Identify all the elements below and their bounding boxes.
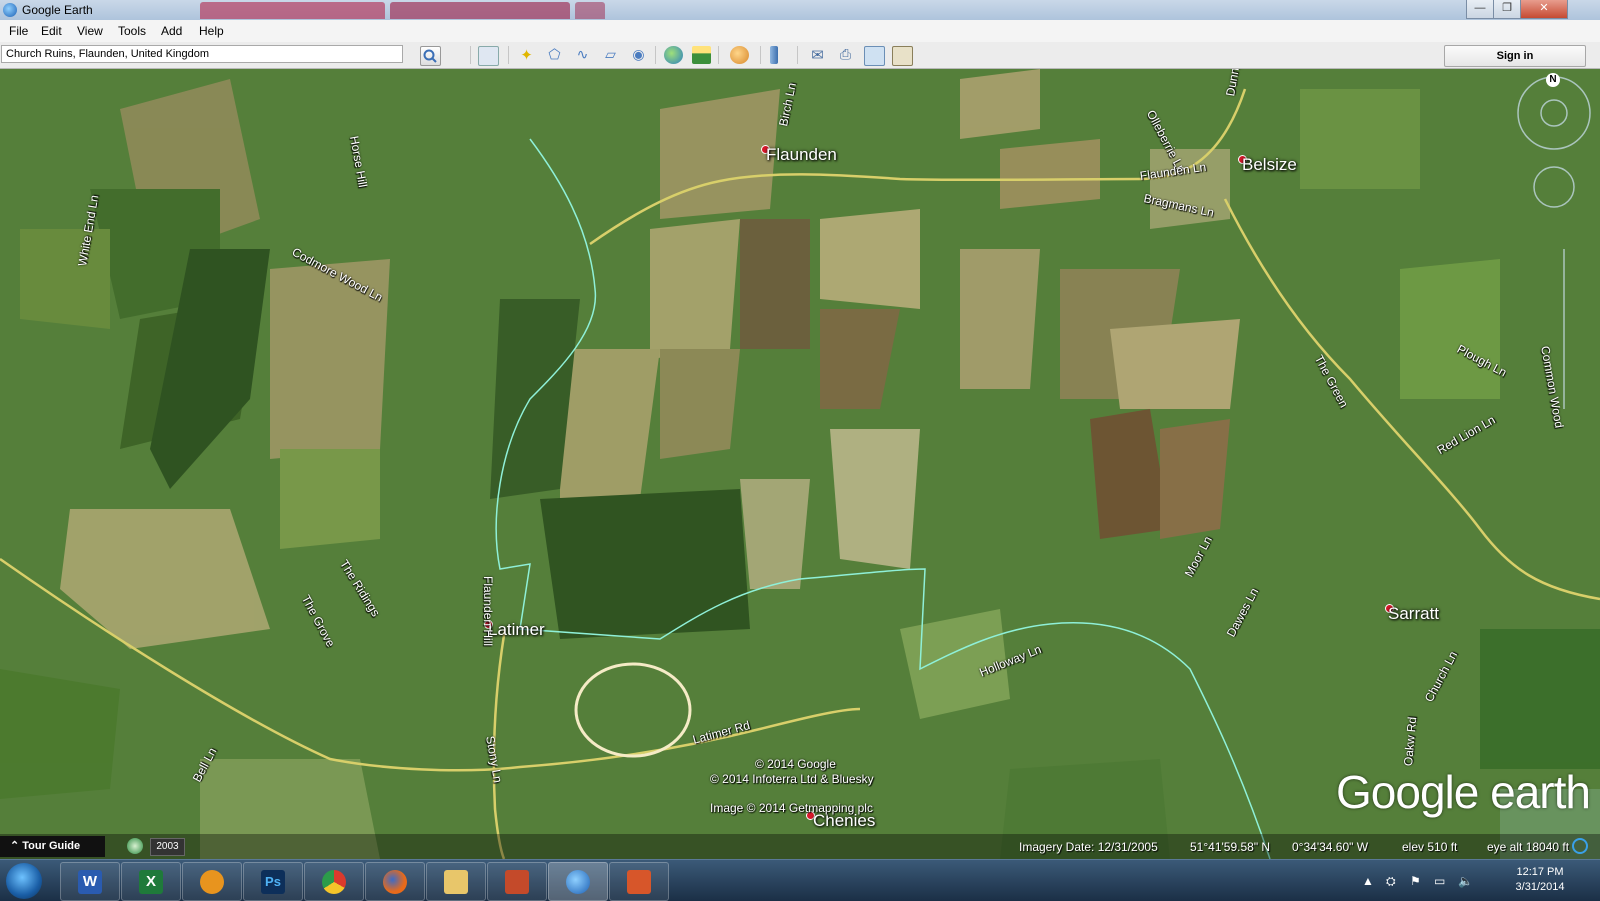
network-tray-icon[interactable]: ⛭ bbox=[1386, 874, 1396, 889]
search-icon[interactable] bbox=[420, 46, 441, 66]
image-overlay-icon[interactable]: ▱ bbox=[601, 46, 620, 64]
toolbar-separator bbox=[508, 46, 509, 64]
toolbar-separator bbox=[655, 46, 656, 64]
taskbar-folder-app[interactable] bbox=[609, 862, 669, 901]
view-in-maps-icon[interactable] bbox=[864, 46, 885, 66]
taskbar-photoshop[interactable]: Ps bbox=[243, 862, 303, 901]
start-button[interactable] bbox=[6, 863, 42, 899]
title-bar: Google Earth — ❐ ✕ bbox=[0, 0, 1600, 20]
email-icon[interactable]: ✉ bbox=[808, 46, 827, 64]
excel-icon: X bbox=[139, 870, 163, 894]
tour-guide-label: Tour Guide bbox=[22, 840, 81, 852]
sketch-app-icon bbox=[200, 870, 224, 894]
google-earth-icon bbox=[3, 3, 17, 17]
historical-imagery-clock-icon[interactable] bbox=[127, 838, 143, 854]
taskbar-sketch[interactable] bbox=[182, 862, 242, 901]
system-clock[interactable]: 12:17 PM 3/31/2014 bbox=[1500, 865, 1580, 895]
show-hidden-icons-icon[interactable]: ▲ bbox=[1362, 874, 1374, 888]
latitude-readout: 51°41'59.58" N bbox=[1190, 840, 1271, 854]
toolbar-separator bbox=[470, 46, 471, 64]
status-bar: Imagery Date: 12/31/2005 51°41'59.58" N … bbox=[0, 834, 1600, 859]
background-tab bbox=[390, 2, 570, 19]
town-label: Belsize bbox=[1242, 155, 1297, 174]
menu-file[interactable]: File bbox=[9, 24, 28, 38]
close-button[interactable]: ✕ bbox=[1520, 0, 1568, 19]
menu-tools[interactable]: Tools bbox=[118, 24, 146, 38]
google-earth-icon bbox=[566, 870, 590, 894]
placemark-icon[interactable]: ✦ bbox=[517, 46, 536, 64]
taskbar-chrome[interactable] bbox=[304, 862, 364, 901]
menu-help[interactable]: Help bbox=[199, 24, 224, 38]
imagery-credit: © 2014 Infoterra Ltd & Bluesky bbox=[710, 772, 874, 786]
menu-add[interactable]: Add bbox=[161, 24, 182, 38]
taskbar-excel[interactable]: X bbox=[121, 862, 181, 901]
menu-edit[interactable]: Edit bbox=[41, 24, 62, 38]
chevron-up-icon: ⌃ bbox=[10, 840, 20, 852]
historical-imagery-icon[interactable] bbox=[664, 46, 683, 64]
eye-altitude-readout: eye alt 18040 ft bbox=[1487, 840, 1570, 854]
record-tour-icon[interactable]: ◉ bbox=[629, 46, 648, 64]
historical-year-badge[interactable]: 2003 bbox=[150, 838, 185, 856]
taskbar: W X Ps ▲ ⛭ ⚑ ▭ 🔈 12:17 PM 3/31/2014 bbox=[0, 859, 1600, 901]
folder-icon bbox=[444, 870, 468, 894]
window-title: Google Earth bbox=[22, 3, 93, 17]
firefox-icon bbox=[383, 870, 407, 894]
imagery-credit: © 2014 Google bbox=[755, 757, 836, 771]
sidebar-toggle-icon[interactable] bbox=[478, 46, 499, 66]
paint-icon bbox=[505, 870, 529, 894]
menu-bar: File Edit View Tools Add Help bbox=[0, 20, 1600, 43]
imagery-date: Imagery Date: 12/31/2005 bbox=[1019, 840, 1158, 854]
display-tray-icon[interactable]: ▭ bbox=[1434, 874, 1445, 888]
road-label: Flaunden Hill bbox=[481, 576, 495, 647]
path-icon[interactable]: ∿ bbox=[573, 46, 592, 64]
polygon-icon[interactable]: ⬠ bbox=[545, 46, 564, 64]
search-input[interactable] bbox=[1, 45, 403, 63]
town-label: Flaunden bbox=[766, 145, 837, 164]
background-tab bbox=[575, 2, 605, 19]
sign-in-button[interactable]: Sign in bbox=[1444, 45, 1586, 67]
toolbar: ✦ ⬠ ∿ ▱ ◉ ✉ ⎙ Sign in bbox=[0, 42, 1600, 69]
town-label: Latimer bbox=[488, 620, 545, 639]
imagery-credit: Image © 2014 Getmapping plc bbox=[710, 801, 873, 815]
elevation-readout: elev 510 ft bbox=[1402, 840, 1458, 854]
taskbar-firefox[interactable] bbox=[365, 862, 425, 901]
toolbar-separator bbox=[718, 46, 719, 64]
app-window-icon bbox=[627, 870, 651, 894]
clock-date: 3/31/2014 bbox=[1515, 881, 1565, 893]
toolbar-separator bbox=[760, 46, 761, 64]
taskbar-word[interactable]: W bbox=[60, 862, 120, 901]
taskbar-explorer[interactable] bbox=[426, 862, 486, 901]
word-icon: W bbox=[78, 870, 102, 894]
chrome-icon bbox=[322, 870, 346, 894]
volume-icon[interactable]: 🔈 bbox=[1458, 874, 1473, 888]
map-view[interactable]: N Flaunden Belsize Latimer Sarratt Cheni… bbox=[0, 69, 1600, 859]
google-earth-logo: Google earth bbox=[1336, 766, 1591, 818]
sunlight-icon[interactable] bbox=[692, 46, 711, 64]
minimize-button[interactable]: — bbox=[1466, 0, 1494, 19]
menu-view[interactable]: View bbox=[77, 24, 103, 38]
town-label: Sarratt bbox=[1388, 604, 1440, 623]
ruler-icon[interactable] bbox=[770, 46, 778, 64]
compass-north-icon[interactable]: N bbox=[1546, 73, 1560, 87]
photoshop-icon: Ps bbox=[261, 870, 285, 894]
planets-icon[interactable] bbox=[730, 46, 749, 64]
maximize-button[interactable]: ❐ bbox=[1493, 0, 1521, 19]
action-center-flag-icon[interactable]: ⚑ bbox=[1410, 874, 1421, 888]
taskbar-google-earth[interactable] bbox=[548, 862, 608, 901]
tour-guide-button[interactable]: ⌃ Tour Guide bbox=[0, 836, 105, 857]
toolbar-separator bbox=[797, 46, 798, 64]
longitude-readout: 0°34'34.60" W bbox=[1292, 840, 1369, 854]
taskbar-paint[interactable] bbox=[487, 862, 547, 901]
clock-time: 12:17 PM bbox=[1516, 866, 1564, 878]
streaming-indicator-icon bbox=[1572, 838, 1588, 854]
print-icon[interactable]: ⎙ bbox=[836, 46, 855, 64]
background-tab bbox=[200, 2, 385, 19]
save-image-icon[interactable] bbox=[892, 46, 913, 66]
satellite-imagery bbox=[0, 69, 1600, 859]
